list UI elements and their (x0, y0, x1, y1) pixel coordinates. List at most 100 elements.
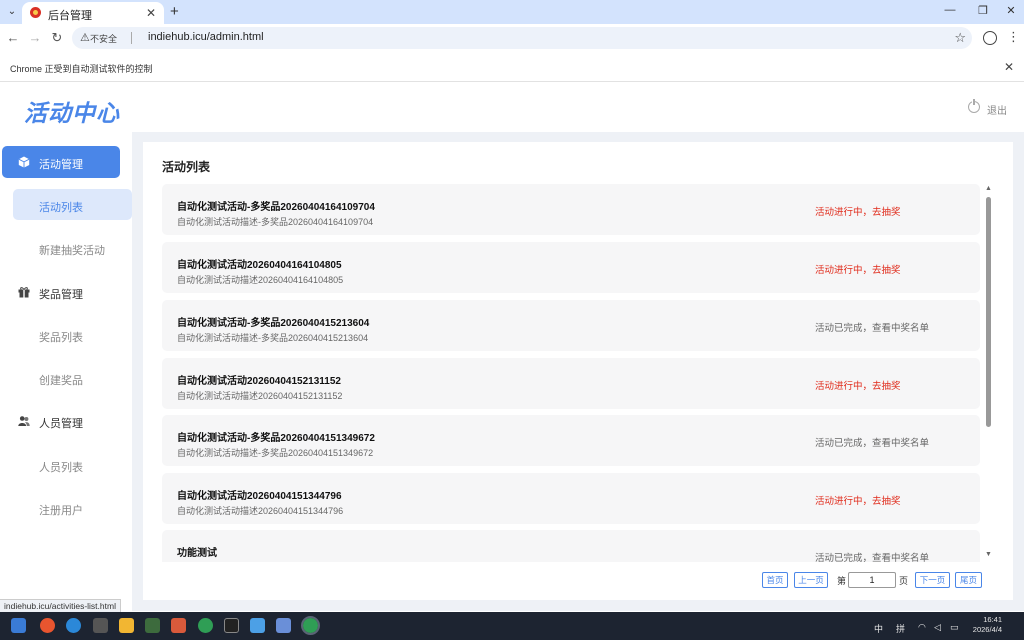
minimize-icon[interactable]: — (942, 4, 958, 16)
prev-page-button[interactable]: 上一页 (794, 572, 828, 588)
first-page-button[interactable]: 首页 (762, 572, 788, 588)
window-close-icon[interactable]: ✕ (1003, 4, 1019, 17)
activity-status-link[interactable]: 活动已完成，查看中奖名单 (815, 550, 929, 562)
page-prefix: 第 (837, 576, 847, 586)
battery-icon[interactable]: ▭ (950, 622, 959, 633)
activity-row[interactable]: 自动化测试活动20260404164104805 自动化测试活动描述202604… (162, 242, 980, 293)
app-icon-4[interactable] (250, 618, 265, 633)
activity-row[interactable]: 自动化测试活动20260404152131152 自动化测试活动描述202604… (162, 358, 980, 409)
sidebar-group-activity[interactable]: 活动管理 (2, 146, 120, 178)
logout-button[interactable]: 退出 (987, 102, 1007, 117)
tab-close-icon[interactable]: ✕ (146, 6, 156, 20)
activity-name: 功能测试 (177, 548, 217, 559)
profile-icon[interactable] (983, 31, 997, 45)
app-icon-2[interactable] (93, 618, 108, 633)
terminal-icon[interactable] (145, 618, 160, 633)
app-logo: 活动中心 (24, 100, 120, 126)
pagination: 首页 上一页 第 页 下一页 尾页 (143, 572, 1013, 590)
sidebar-group-label: 活动管理 (39, 159, 83, 171)
activity-status-link[interactable]: 活动已完成，查看中奖名单 (815, 320, 929, 334)
url-text[interactable]: indiehub.icu/admin.html (148, 31, 264, 43)
activity-status-link[interactable]: 活动已完成，查看中奖名单 (815, 435, 929, 449)
os-taskbar: 中 拼 ◠ ◁ ▭ 16:41 2026/4/4 (0, 612, 1024, 640)
scroll-down-icon[interactable]: ▼ (985, 551, 992, 558)
activity-status-link[interactable]: 活动进行中，去抽奖 (815, 378, 901, 392)
sidebar: 活动管理 活动列表 新建抽奖活动 奖品管理 奖品列表 创建奖品 人员管理 人员列… (0, 132, 132, 611)
sidebar-item-label: 奖品列表 (39, 332, 83, 344)
ime-mode[interactable]: 中 (874, 622, 883, 635)
favicon-icon (30, 7, 41, 18)
activity-status-link[interactable]: 活动进行中，去抽奖 (815, 204, 901, 218)
activity-row[interactable]: 功能测试 活动已完成，查看中奖名单 (162, 530, 980, 562)
sidebar-item-register-user[interactable]: 注册用户 (13, 492, 132, 523)
sidebar-item-create-prize[interactable]: 创建奖品 (13, 362, 132, 393)
edge-icon[interactable] (66, 618, 81, 633)
browser-menu-icon[interactable]: ⋮ (1007, 29, 1020, 45)
app-icon-5[interactable] (276, 618, 291, 633)
tab-search-icon[interactable]: ⌄ (4, 4, 20, 20)
activity-list[interactable]: 自动化测试活动-多奖品20260404164109704 自动化测试活动描述-多… (162, 184, 980, 562)
new-tab-icon[interactable]: + (170, 3, 179, 20)
activity-desc: 自动化测试活动描述20260404164104805 (177, 275, 344, 285)
sidebar-item-activity-list[interactable]: 活动列表 (13, 189, 132, 220)
activity-name: 自动化测试活动20260404164104805 (177, 260, 342, 271)
bookmark-star-icon[interactable]: ☆ (954, 30, 966, 46)
page-title: 活动列表 (162, 160, 211, 174)
restore-icon[interactable]: ❐ (975, 4, 991, 17)
ide-icon[interactable] (224, 618, 239, 633)
forward-icon[interactable]: → (27, 30, 43, 45)
start-icon[interactable] (11, 618, 26, 633)
tab-title: 后台管理 (48, 10, 92, 22)
taskbar-clock[interactable]: 16:41 2026/4/4 (968, 615, 1002, 635)
activity-name: 自动化测试活动-多奖品20260404164109704 (177, 202, 375, 213)
chrome-icon[interactable] (198, 618, 213, 633)
list-scrollbar[interactable]: ▲ ▼ (985, 185, 992, 561)
page-number-input[interactable] (848, 572, 896, 588)
activity-desc: 自动化测试活动描述-多奖品20260404164109704 (177, 217, 374, 227)
insecure-label[interactable]: 不安全 (90, 32, 117, 45)
omnibox-divider (131, 32, 132, 44)
ime-pinyin[interactable]: 拼 (896, 622, 905, 635)
sidebar-group-prize[interactable]: 奖品管理 (2, 276, 120, 308)
activity-row[interactable]: 自动化测试活动-多奖品20260404152136​04 自动化测试活动描述-多… (162, 300, 980, 351)
scroll-thumb[interactable] (986, 197, 991, 427)
activity-row[interactable]: 自动化测试活动-多奖品20260404164109704 自动化测试活动描述-多… (162, 184, 980, 235)
chrome-active-icon[interactable] (301, 616, 320, 635)
sidebar-item-label: 活动列表 (39, 202, 83, 214)
sidebar-item-label: 注册用户 (39, 505, 83, 517)
warning-icon[interactable]: ⚠ (80, 31, 90, 44)
activity-status-link[interactable]: 活动进行中，去抽奖 (815, 262, 901, 276)
folder-icon[interactable] (119, 618, 134, 633)
address-bar[interactable]: ⚠ 不安全 indiehub.icu/admin.html ☆ (72, 27, 972, 49)
app-icon-1[interactable] (40, 618, 55, 633)
power-icon[interactable] (968, 98, 980, 113)
scroll-up-icon[interactable]: ▲ (985, 185, 992, 192)
content-card: 活动列表 自动化测试活动-多奖品20260404164109704 自动化测试活… (143, 142, 1013, 600)
back-icon[interactable]: ← (5, 30, 21, 45)
page-suffix: 页 (899, 576, 909, 586)
browser-tabbar: ⌄ 后台管理 ✕ + — ❐ ✕ (0, 0, 1024, 24)
app-icon-3[interactable] (171, 618, 186, 633)
reload-icon[interactable]: ↻ (49, 30, 65, 46)
gift-icon (18, 286, 30, 298)
sidebar-group-label: 人员管理 (39, 418, 83, 430)
sidebar-group-people[interactable]: 人员管理 (2, 405, 120, 437)
infobar-close-icon[interactable]: ✕ (1004, 60, 1014, 74)
automation-infobar: Chrome 正受到自动测试软件的控制 ✕ (0, 52, 1024, 82)
app-header: 活动中心 退出 (0, 84, 1024, 132)
sidebar-item-new-lottery[interactable]: 新建抽奖活动 (13, 232, 132, 263)
activity-row[interactable]: 自动化测试活动20260404151344796 自动化测试活动描述202604… (162, 473, 980, 524)
last-page-button[interactable]: 尾页 (955, 572, 982, 588)
sidebar-item-label: 人员列表 (39, 462, 83, 474)
wifi-icon[interactable]: ◠ (918, 622, 926, 633)
volume-icon[interactable]: ◁ (934, 622, 941, 633)
infobar-text: Chrome 正受到自动测试软件的控制 (10, 64, 153, 74)
activity-name: 自动化测试活动20260404152131152 (177, 376, 341, 387)
browser-tab[interactable]: 后台管理 ✕ (22, 2, 164, 24)
activity-row[interactable]: 自动化测试活动-多奖品20260404151349672 自动化测试活动描述-多… (162, 415, 980, 466)
next-page-button[interactable]: 下一页 (915, 572, 950, 588)
sidebar-item-people-list[interactable]: 人员列表 (13, 449, 132, 480)
cube-icon (18, 156, 30, 168)
activity-status-link[interactable]: 活动进行中，去抽奖 (815, 493, 901, 507)
sidebar-item-prize-list[interactable]: 奖品列表 (13, 319, 132, 350)
